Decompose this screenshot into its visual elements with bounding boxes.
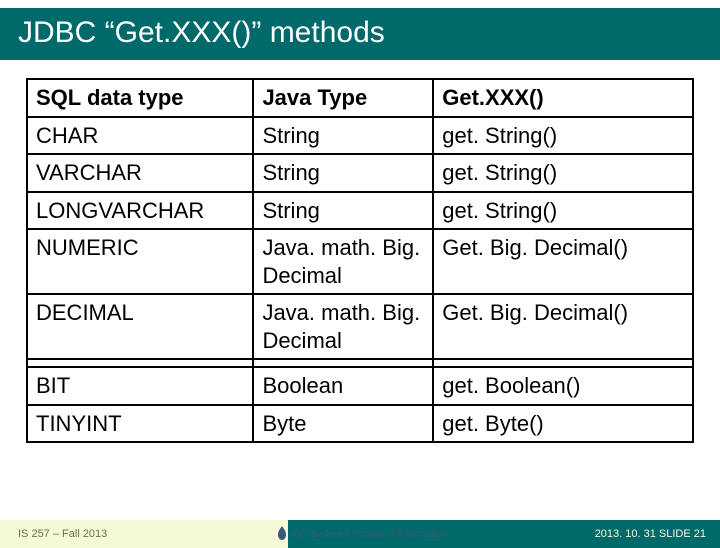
cell: Java. math. Big. Decimal — [253, 294, 433, 359]
cell: TINYINT — [27, 405, 253, 443]
footer-course: IS 257 – Fall 2013 — [0, 528, 288, 540]
table-row: NUMERIC Java. math. Big. Decimal Get. Bi… — [27, 229, 693, 294]
cell: String — [253, 192, 433, 230]
table-row: LONGVARCHAR String get. String() — [27, 192, 693, 230]
cell: String — [253, 154, 433, 192]
footer-logo-text: UC Berkeley School of Information — [294, 529, 447, 540]
cell: get. String() — [433, 154, 693, 192]
jdbc-table: SQL data type Java Type Get.XXX() CHAR S… — [26, 78, 694, 443]
cell: Java. math. Big. Decimal — [253, 229, 433, 294]
cell: String — [253, 117, 433, 155]
table-row: CHAR String get. String() — [27, 117, 693, 155]
cell: Byte — [253, 405, 433, 443]
cell: get. Byte() — [433, 405, 693, 443]
header-get: Get.XXX() — [433, 79, 693, 117]
table-header-row: SQL data type Java Type Get.XXX() — [27, 79, 693, 117]
table-gap — [27, 359, 693, 367]
header-java: Java Type — [253, 79, 433, 117]
cell: get. Boolean() — [433, 367, 693, 405]
cell: VARCHAR — [27, 154, 253, 192]
slide-content: SQL data type Java Type Get.XXX() CHAR S… — [0, 60, 720, 443]
cell: BIT — [27, 367, 253, 405]
cell: get. String() — [433, 192, 693, 230]
table-row: VARCHAR String get. String() — [27, 154, 693, 192]
cell: CHAR — [27, 117, 253, 155]
table-row: BIT Boolean get. Boolean() — [27, 367, 693, 405]
cell: Get. Big. Decimal() — [433, 294, 693, 359]
cell: NUMERIC — [27, 229, 253, 294]
table-row: TINYINT Byte get. Byte() — [27, 405, 693, 443]
header-sql: SQL data type — [27, 79, 253, 117]
footer-logo: UC Berkeley School of Information — [274, 524, 447, 544]
cell: Get. Big. Decimal() — [433, 229, 693, 294]
cell: get. String() — [433, 117, 693, 155]
cell: LONGVARCHAR — [27, 192, 253, 230]
cell: DECIMAL — [27, 294, 253, 359]
slide-title: JDBC “Get.XXX()” methods — [0, 8, 720, 60]
table-row: DECIMAL Java. math. Big. Decimal Get. Bi… — [27, 294, 693, 359]
berkeley-icon — [274, 524, 290, 544]
cell: Boolean — [253, 367, 433, 405]
